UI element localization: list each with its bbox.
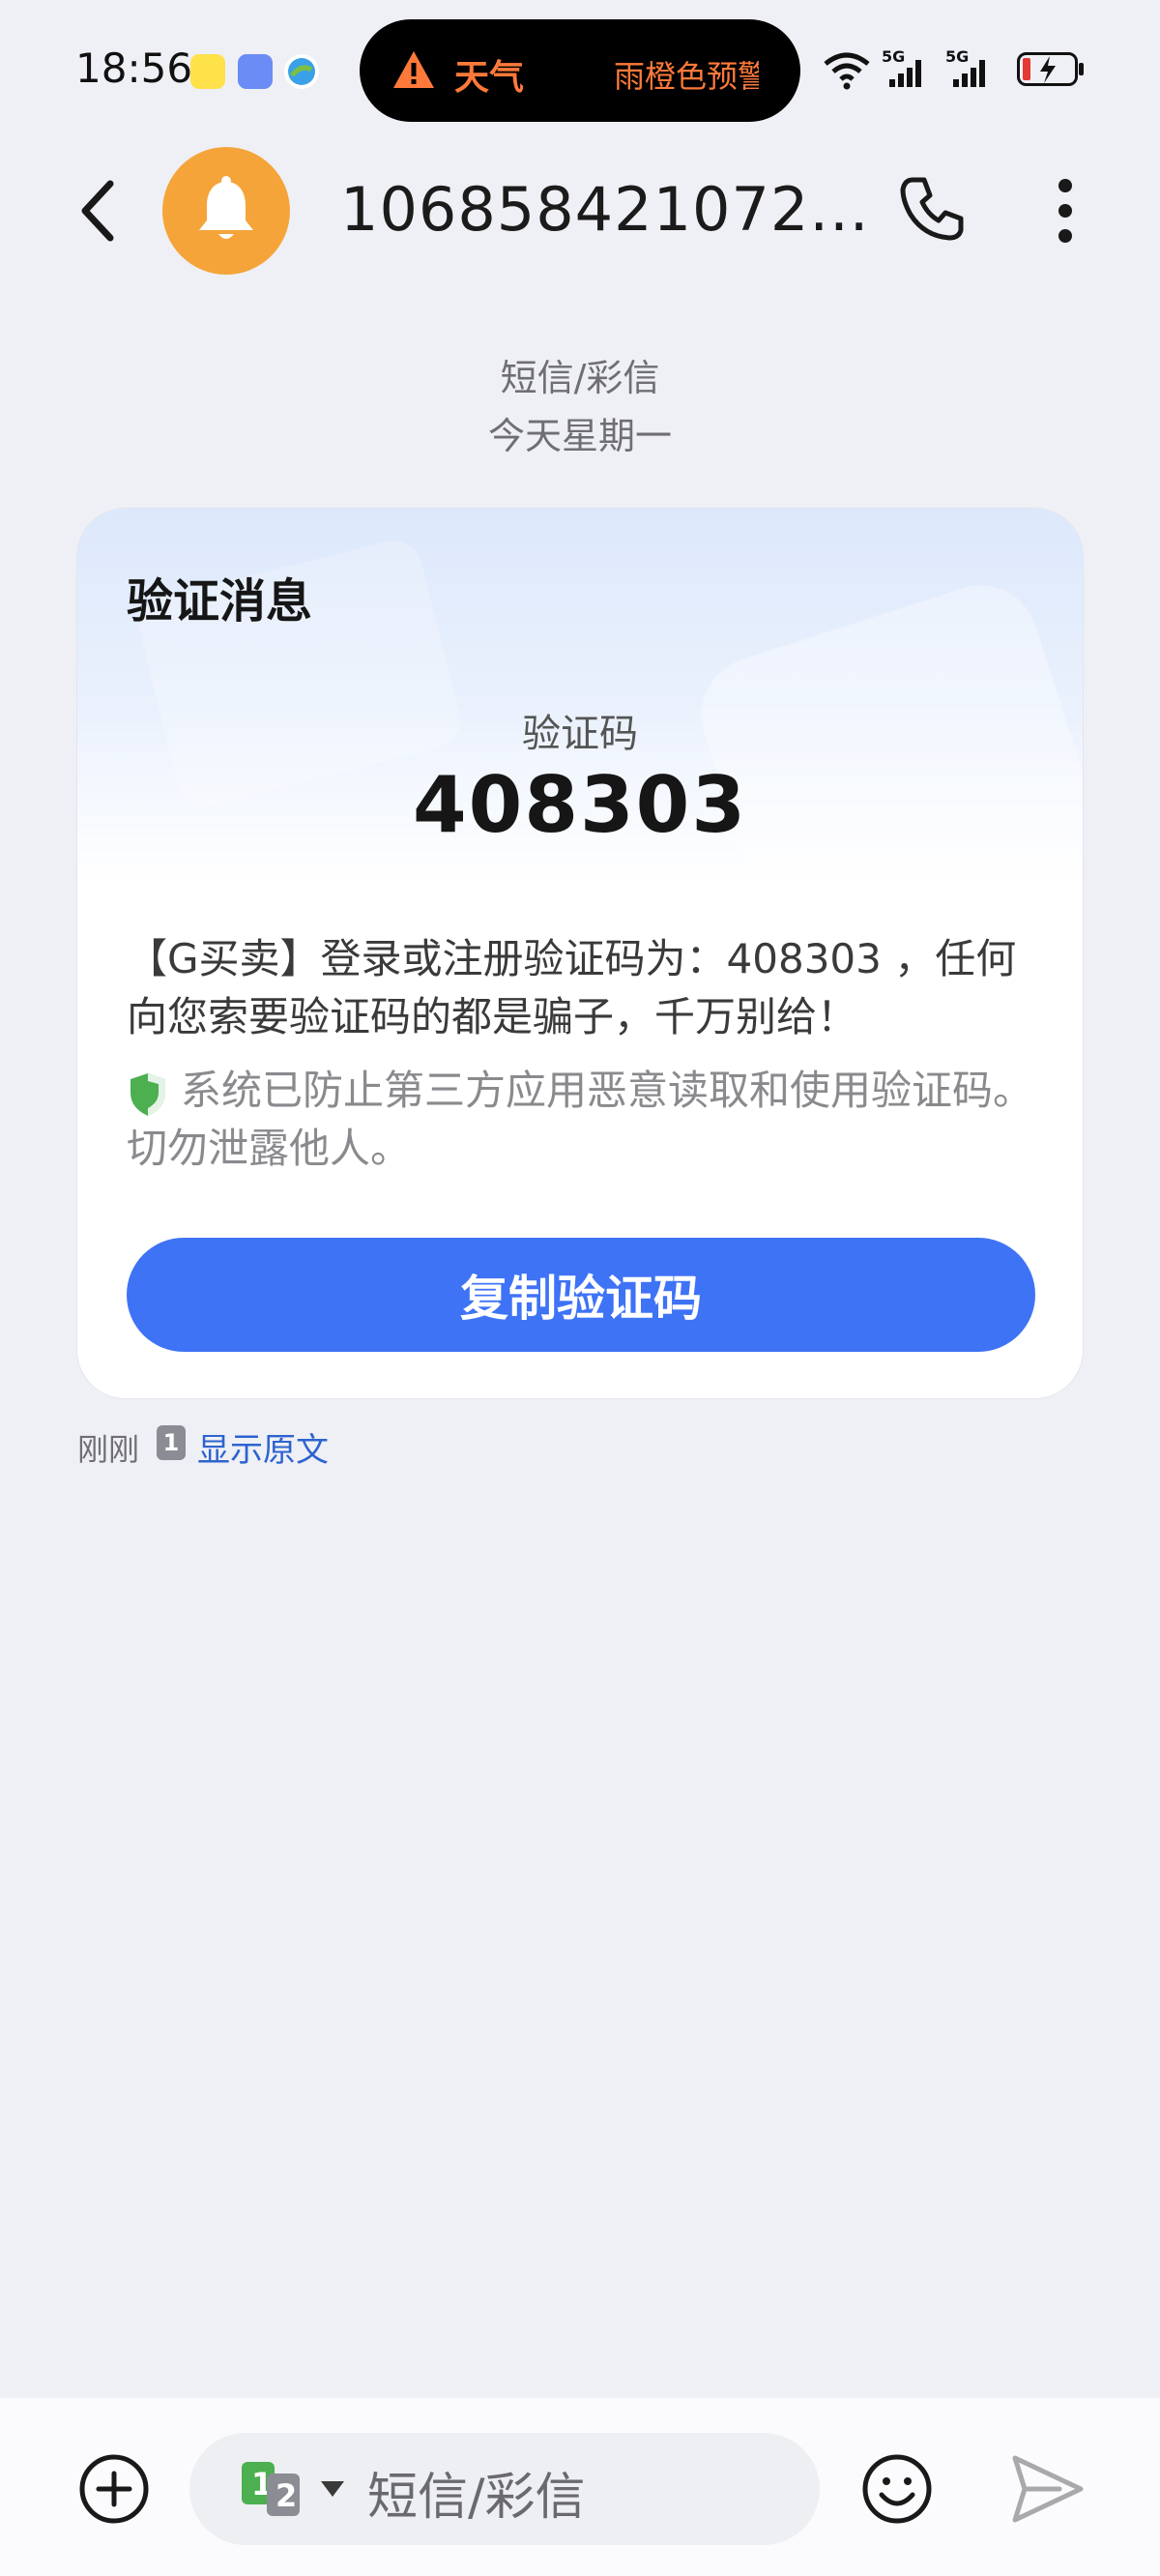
more-button[interactable] bbox=[1056, 178, 1075, 248]
date-label: 今天星期一 bbox=[487, 415, 672, 457]
show-original-link[interactable]: 显示原文 bbox=[197, 1423, 329, 1471]
message-time: 刚刚 bbox=[77, 1431, 140, 1468]
channel-label: 短信/彩信 bbox=[500, 357, 660, 399]
signal-icon: 5G bbox=[945, 47, 985, 87]
contact-number: 106858421072... bbox=[340, 174, 870, 245]
card-title: 验证消息 bbox=[127, 574, 313, 629]
avatar[interactable] bbox=[162, 147, 290, 275]
call-button[interactable] bbox=[899, 176, 965, 246]
wifi-icon bbox=[824, 52, 870, 90]
app-notification-icon bbox=[190, 54, 225, 89]
sim-badge: 1 bbox=[157, 1425, 186, 1460]
add-attachment-button[interactable] bbox=[77, 2452, 151, 2530]
island-weather-label: 天气 bbox=[454, 58, 525, 98]
island-alert-text: 雨橙色预警 bbox=[614, 58, 759, 95]
emoji-icon bbox=[862, 2454, 932, 2524]
verification-card: 验证消息 验证码 408303 【G买卖】登录或注册验证码为：408303 ，任… bbox=[77, 509, 1083, 1398]
svg-text:2: 2 bbox=[276, 2477, 297, 2514]
signal-icon: 5G bbox=[882, 47, 921, 87]
warning-icon bbox=[392, 49, 436, 94]
input-placeholder: 短信/彩信 bbox=[367, 2469, 586, 2527]
message-body[interactable]: 【G买卖】登录或注册验证码为：408303 ，任何向您索要验证码的都是骗子，千万… bbox=[127, 930, 1055, 1046]
plus-circle-icon bbox=[79, 2454, 149, 2524]
sim-switch-icon[interactable]: 1 2 bbox=[242, 2458, 307, 2522]
copy-code-button[interactable]: 复制验证码 bbox=[127, 1238, 1035, 1352]
svg-text:5G: 5G bbox=[882, 47, 905, 66]
send-icon bbox=[1012, 2455, 1084, 2523]
verification-code[interactable]: 408303 bbox=[77, 760, 1083, 850]
back-button[interactable] bbox=[79, 180, 118, 246]
status-time: 18:56 bbox=[75, 44, 193, 92]
send-button[interactable] bbox=[1009, 2452, 1087, 2530]
security-notice: 系统已防止第三方应用恶意读取和使用验证码。切勿泄露他人。 bbox=[127, 1067, 1034, 1172]
chevron-left-icon bbox=[81, 180, 114, 242]
more-vertical-icon bbox=[1058, 179, 1072, 243]
status-icons: 5G 5G bbox=[824, 46, 1087, 99]
code-label: 验证码 bbox=[522, 712, 638, 756]
phone-icon bbox=[900, 177, 964, 241]
browser-notification-icon bbox=[284, 54, 319, 89]
bell-icon bbox=[199, 176, 253, 239]
caret-down-icon[interactable] bbox=[319, 2479, 346, 2503]
battery-charging-icon bbox=[1017, 52, 1084, 86]
svg-text:5G: 5G bbox=[945, 47, 969, 66]
emoji-button[interactable] bbox=[860, 2452, 934, 2530]
message-notification-icon bbox=[238, 54, 273, 89]
